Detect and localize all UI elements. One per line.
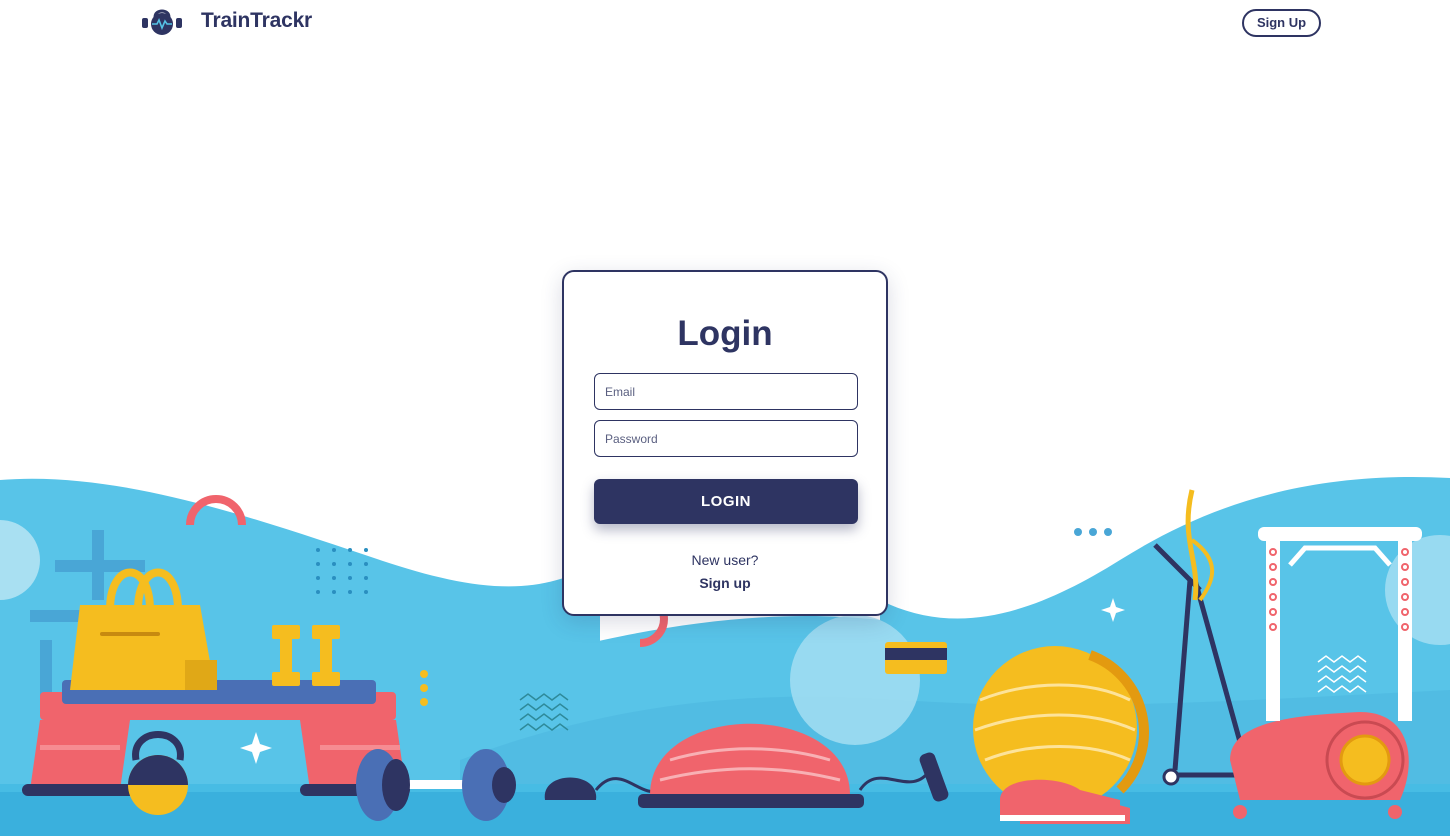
- new-user-text: New user?: [691, 552, 759, 568]
- kettlebell-heartbeat-icon[interactable]: [142, 8, 182, 36]
- brand-name[interactable]: TrainTrackr: [201, 9, 312, 33]
- email-field[interactable]: [594, 373, 858, 410]
- header-signup-button[interactable]: Sign Up: [1242, 9, 1321, 37]
- weight-plate-box: [885, 642, 947, 674]
- signup-link[interactable]: Sign up: [564, 575, 886, 591]
- password-field[interactable]: [594, 420, 858, 457]
- login-title: Login: [677, 314, 773, 353]
- top-navbar: TrainTrackr Sign Up: [0, 0, 1450, 46]
- decor-circle: [790, 615, 920, 745]
- login-button[interactable]: LOGIN: [594, 479, 858, 524]
- login-card: Login LOGIN New user? Sign up: [562, 270, 888, 616]
